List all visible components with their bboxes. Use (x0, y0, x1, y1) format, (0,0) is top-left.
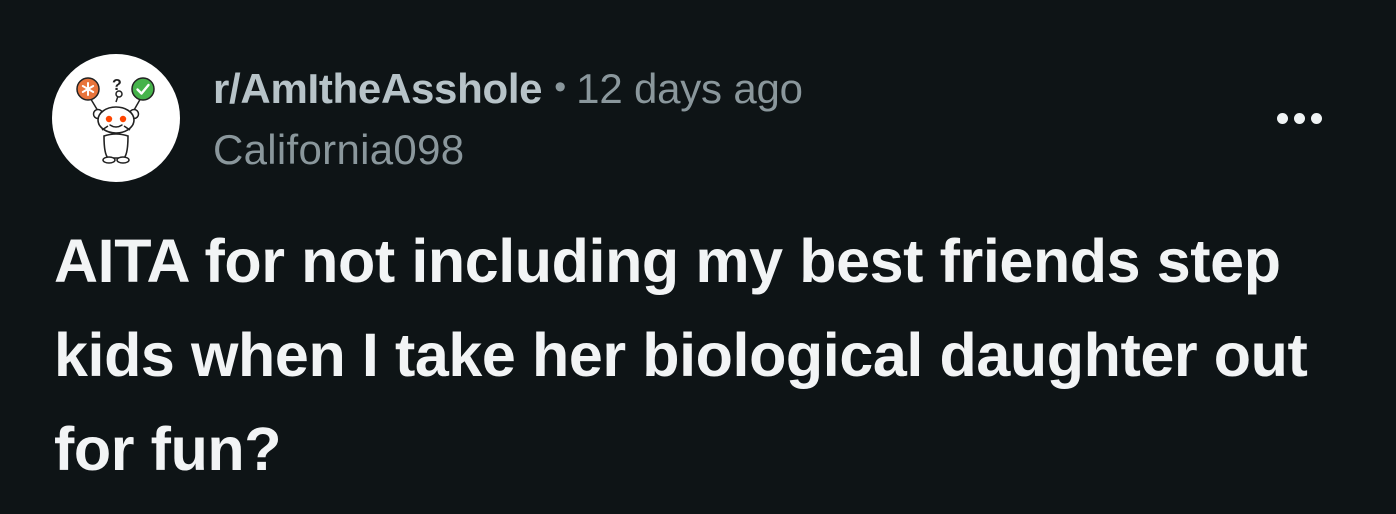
post-card: ? r/AmItheAsshole • 12 days ago Californ… (0, 0, 1396, 514)
overflow-dot (1293, 112, 1305, 124)
meta-separator: • (554, 67, 567, 106)
subreddit-name[interactable]: r/AmItheAsshole (213, 65, 543, 113)
post-author[interactable]: California098 (213, 122, 464, 178)
snoo-holding-balloons-icon: ? (76, 77, 155, 164)
post-meta: r/AmItheAsshole • 12 days ago (213, 62, 803, 116)
post-title[interactable]: AITA for not including my best friends s… (54, 214, 1374, 496)
post-timestamp: 12 days ago (576, 65, 803, 112)
subreddit-avatar[interactable]: ? (52, 54, 180, 182)
overflow-dot (1276, 112, 1288, 124)
overflow-dot (1310, 112, 1322, 124)
more-horizontal-icon[interactable] (1264, 100, 1334, 136)
